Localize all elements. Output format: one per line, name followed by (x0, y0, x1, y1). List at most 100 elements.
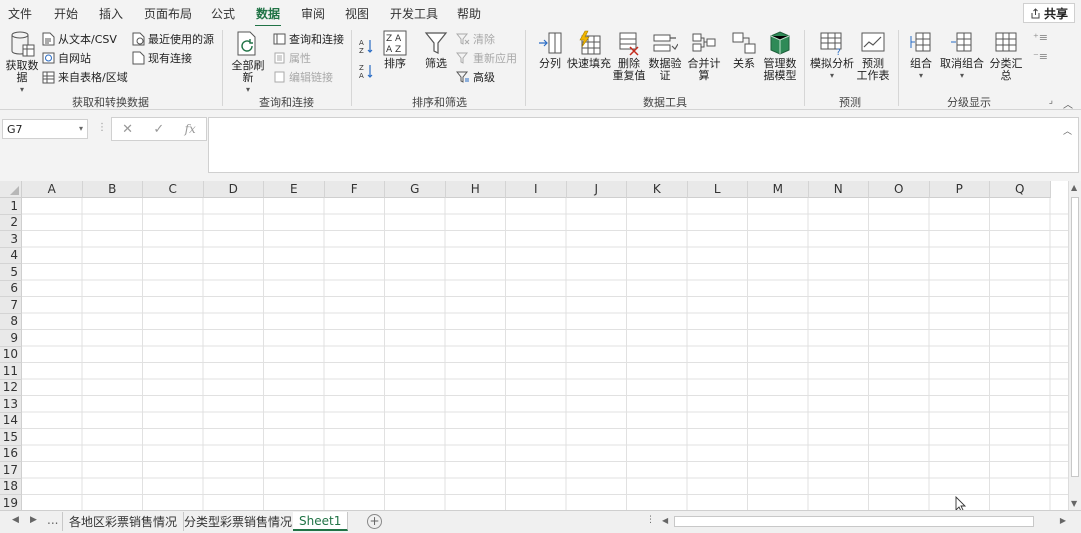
text-to-columns-button[interactable]: 分列 (535, 30, 565, 70)
row-header[interactable]: 7 (0, 297, 22, 314)
sheet-tab-category-sales[interactable]: 分类型彩票销售情况 (178, 512, 300, 531)
filter-button[interactable]: 筛选 (422, 30, 450, 70)
existing-connections-button[interactable]: 现有连接 (132, 50, 192, 66)
from-text-csv-button[interactable]: 从文本/CSV (42, 31, 117, 47)
tab-developer[interactable]: 开发工具 (390, 5, 438, 22)
relationships-button[interactable]: 关系 (730, 30, 758, 70)
tab-view[interactable]: 视图 (345, 5, 369, 22)
scroll-left-icon[interactable]: ◀ (662, 516, 668, 525)
tab-page-layout[interactable]: 页面布局 (144, 5, 192, 22)
recent-sources-button[interactable]: 最近使用的源 (132, 31, 214, 47)
select-all-button[interactable] (0, 181, 22, 198)
scroll-up-icon[interactable]: ▲ (1071, 183, 1077, 192)
row-header[interactable]: 18 (0, 478, 22, 495)
column-header[interactable]: P (929, 181, 990, 198)
formula-input[interactable]: ︿ (208, 117, 1079, 173)
group-button[interactable]: 组合 ▾ (906, 30, 936, 82)
column-header[interactable]: F (324, 181, 385, 198)
column-header[interactable]: C (143, 181, 204, 198)
row-header[interactable]: 10 (0, 346, 22, 363)
row-header[interactable]: 4 (0, 247, 22, 264)
reapply-button[interactable]: 重新应用 (456, 50, 517, 66)
remove-duplicates-button[interactable]: 删除 重复值 (612, 30, 646, 82)
row-header[interactable]: 9 (0, 330, 22, 347)
column-header[interactable]: B (82, 181, 143, 198)
column-header[interactable]: H (445, 181, 506, 198)
enter-icon[interactable]: ✓ (153, 122, 164, 137)
row-header[interactable]: 5 (0, 264, 22, 281)
horizontal-scroll-thumb[interactable] (674, 516, 1034, 527)
scroll-down-icon[interactable]: ▼ (1071, 499, 1077, 508)
advanced-filter-button[interactable]: 高级 (456, 69, 495, 85)
share-button[interactable]: 共享 (1023, 3, 1075, 23)
tab-file[interactable]: 文件 (8, 5, 32, 22)
vertical-scrollbar[interactable]: ▲ ▼ (1068, 181, 1081, 510)
name-box[interactable]: G7 ▾ (2, 119, 88, 139)
prev-sheet-icon[interactable]: ◀ (12, 515, 19, 525)
sort-ascending-button[interactable]: AZ (358, 38, 374, 54)
queries-connections-button[interactable]: 查询和连接 (273, 31, 344, 47)
row-header[interactable]: 13 (0, 396, 22, 413)
column-header[interactable]: D (203, 181, 264, 198)
properties-button[interactable]: 属性 (273, 50, 311, 66)
clear-filter-button[interactable]: 清除 (456, 31, 495, 47)
row-header[interactable]: 6 (0, 280, 22, 297)
data-validation-button[interactable]: 数据验 证 (647, 30, 683, 82)
column-header[interactable]: G (385, 181, 446, 198)
row-header[interactable]: 16 (0, 445, 22, 462)
get-data-button[interactable]: 获取数 据 ▾ (5, 30, 39, 96)
tab-formulas[interactable]: 公式 (211, 5, 235, 22)
next-sheet-icon[interactable]: ▶ (30, 515, 37, 525)
show-detail-button[interactable]: ⁺≡ (1033, 31, 1048, 44)
tab-split-handle[interactable]: ⋮ (646, 515, 655, 525)
row-header[interactable]: 14 (0, 412, 22, 429)
column-header[interactable]: E (264, 181, 325, 198)
column-header[interactable]: M (748, 181, 809, 198)
more-sheets-button[interactable]: ... (47, 513, 58, 527)
column-header[interactable]: Q (990, 181, 1051, 198)
horizontal-scrollbar[interactable]: ◀ ▶ (660, 516, 1068, 528)
sheet-tab-regional-sales[interactable]: 各地区彩票销售情况 (62, 512, 185, 531)
cancel-icon[interactable]: ✕ (122, 122, 133, 137)
chevron-down-icon[interactable]: ▾ (79, 124, 83, 133)
refresh-all-button[interactable]: 全部刷新 ▾ (228, 30, 268, 96)
column-header[interactable]: J (566, 181, 627, 198)
sheet-tab-sheet1[interactable]: Sheet1 (293, 512, 349, 531)
tab-home[interactable]: 开始 (54, 5, 78, 22)
row-header[interactable]: 11 (0, 363, 22, 380)
forecast-sheet-button[interactable]: 预测 工作表 (856, 30, 890, 82)
column-header[interactable]: O (869, 181, 930, 198)
manage-data-model-button[interactable]: 管理数 据模型 (761, 30, 799, 82)
flash-fill-button[interactable]: 快速填充 (567, 30, 611, 70)
insert-function-icon[interactable]: fx (185, 122, 196, 136)
expand-formula-bar-icon[interactable]: ︿ (1063, 124, 1072, 137)
row-header[interactable]: 15 (0, 429, 22, 446)
dialog-launcher-icon[interactable]: ⌟ (1049, 96, 1053, 106)
column-header[interactable]: N (808, 181, 869, 198)
column-header[interactable]: I (506, 181, 567, 198)
tab-review[interactable]: 审阅 (301, 5, 325, 22)
tab-insert[interactable]: 插入 (99, 5, 123, 22)
worksheet-grid[interactable]: ABCDEFGHIJKLMNOPQ 1 2 3 4 5 6 7 8 9 10 11 12 13 14 15 1… (0, 181, 1081, 510)
scroll-right-icon[interactable]: ▶ (1060, 516, 1066, 525)
vertical-scroll-thumb[interactable] (1071, 197, 1079, 477)
cell-area[interactable] (22, 198, 1068, 510)
column-header[interactable]: A (22, 181, 83, 198)
ungroup-button[interactable]: 取消组合 ▾ (940, 30, 984, 82)
row-header[interactable]: 8 (0, 313, 22, 330)
edit-links-button[interactable]: 编辑链接 (273, 69, 333, 85)
hide-detail-button[interactable]: ⁻≡ (1033, 50, 1048, 63)
row-header[interactable]: 17 (0, 462, 22, 479)
row-header[interactable]: 12 (0, 379, 22, 396)
row-header[interactable]: 19 (0, 495, 22, 510)
sort-button[interactable]: Z AA Z 排序 (381, 30, 409, 70)
tab-data[interactable]: 数据 (254, 5, 282, 28)
tab-help[interactable]: 帮助 (457, 5, 481, 22)
row-header[interactable]: 3 (0, 231, 22, 248)
sort-descending-button[interactable]: ZA (358, 63, 374, 79)
more-options-icon[interactable]: ⋮ (97, 122, 107, 133)
collapse-ribbon-icon[interactable]: ︿ (1063, 96, 1073, 111)
subtotal-button[interactable]: 分类汇总 (985, 30, 1027, 82)
row-header[interactable]: 2 (0, 214, 22, 231)
add-sheet-button[interactable]: + (367, 514, 382, 529)
